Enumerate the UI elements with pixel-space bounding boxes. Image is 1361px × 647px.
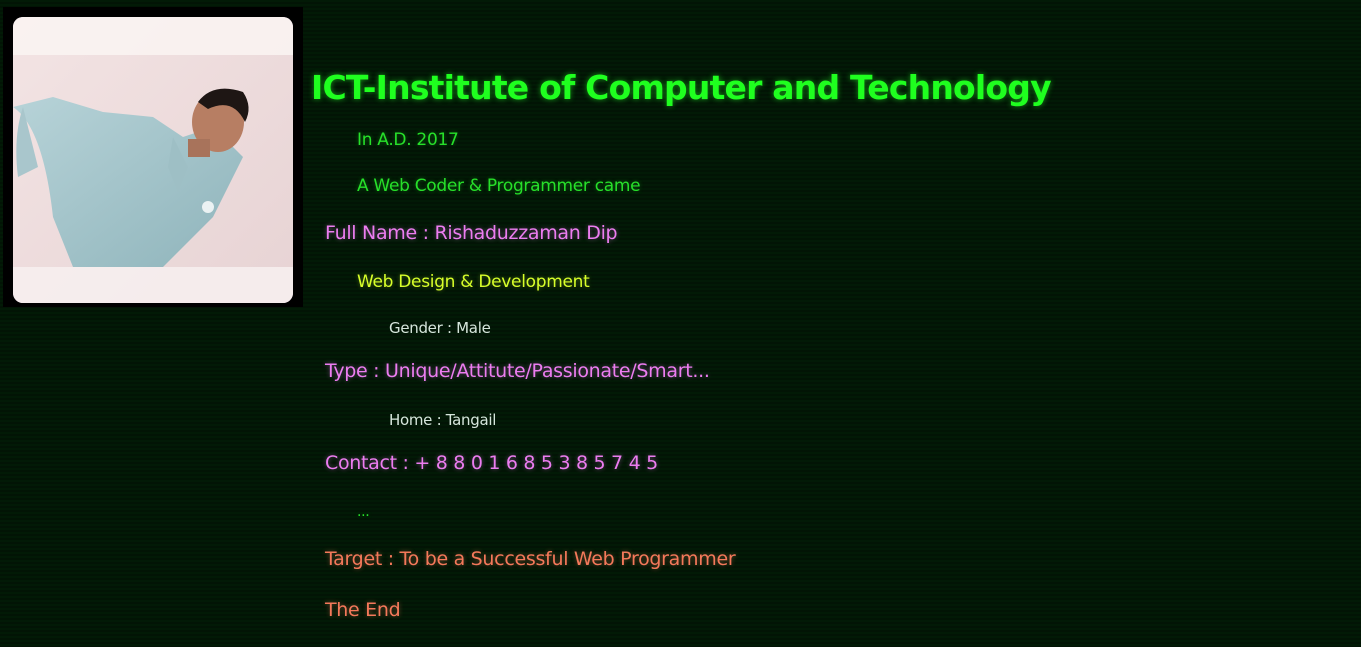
profession-line: Web Design & Development: [357, 272, 590, 292]
gender-line: Gender : Male: [389, 319, 491, 337]
contact-line: Contact : + 8 8 0 1 6 8 5 3 8 5 7 4 5: [325, 452, 658, 474]
year-line: In A.D. 2017: [357, 130, 459, 150]
end-line: The End: [325, 599, 401, 621]
intro-line: A Web Coder & Programmer came: [357, 176, 641, 196]
ellipsis-line: ...: [357, 504, 370, 520]
person-portrait-photo-icon: [13, 17, 293, 303]
target-line: Target : To be a Successful Web Programm…: [325, 548, 736, 570]
profile-photo-frame: [3, 7, 303, 307]
type-line: Type : Unique/Attitute/Passionate/Smart.…: [325, 360, 710, 382]
full-name-line: Full Name : Rishaduzzaman Dip: [325, 222, 618, 244]
page-title: ICT-Institute of Computer and Technology: [311, 68, 1052, 107]
home-line: Home : Tangail: [389, 411, 497, 429]
profile-photo: [13, 17, 293, 303]
